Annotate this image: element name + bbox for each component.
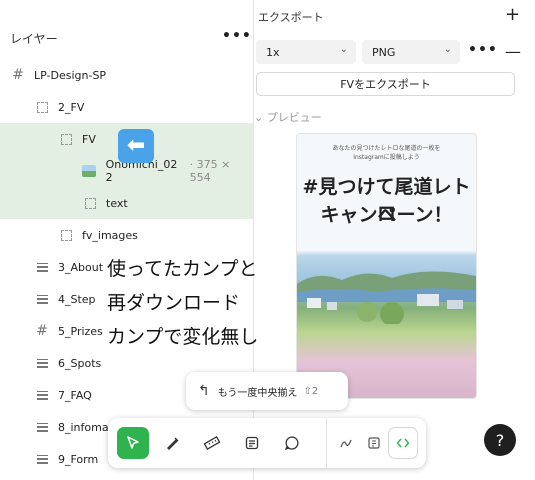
layer-row-2-fv[interactable]: 2_FV (0, 91, 253, 123)
preview-subtitle-line-1: あなたの見つけたレトロな尾道の一枚を (332, 145, 441, 152)
comment-tool-button[interactable] (276, 427, 308, 459)
chevron-down-icon: ⌄ (339, 44, 348, 55)
scale-value: 1x (266, 45, 280, 59)
layer-row-text[interactable]: text (0, 187, 253, 219)
format-value: PNG (372, 45, 396, 59)
annotation-line-1: 使ってたカンプと (107, 258, 258, 280)
ruler-tool-button[interactable] (196, 427, 228, 459)
export-preview-image: あなたの見つけたレトロな尾道の一枚を Instagramに投稿しよう #見つけて… (297, 134, 476, 398)
move-tool-button[interactable] (117, 427, 149, 459)
preview-city-scenery (307, 294, 463, 324)
left-arrow-emoji-icon: ⬅ (118, 129, 154, 163)
preview-headline-2: キャンペーン！ (320, 204, 453, 226)
preview-subtitle-line-2: Instagramに投稿しよう (353, 154, 420, 161)
dev-mode-toggle[interactable] (388, 427, 418, 459)
ruler-icon (203, 436, 221, 450)
repeat-center-align-button[interactable]: ↰ もう一度中央揃え ⇧2 (186, 372, 348, 410)
dev-resources-icon (368, 437, 380, 449)
frame-icon (84, 197, 96, 209)
add-export-button[interactable]: + (505, 4, 520, 25)
auto-layout-icon (36, 389, 48, 401)
layer-row-fv-images[interactable]: fv_images (0, 219, 253, 251)
frame-hash-icon: # (36, 323, 48, 339)
annotation-line-3: カンプで変化無し (107, 326, 259, 348)
comment-bubble-icon (284, 436, 299, 451)
export-title: エクスポート (258, 11, 324, 24)
annotate-tool-button[interactable] (236, 427, 268, 459)
chevron-down-icon: ⌄ (443, 44, 452, 55)
scale-select[interactable]: 1x ⌄ (256, 40, 356, 64)
annotation-icon (245, 436, 259, 450)
auto-layout-icon (36, 357, 48, 369)
layer-label: 3_About (58, 260, 104, 274)
eyedropper-icon (167, 437, 179, 450)
toolbar-separator (326, 418, 327, 468)
auto-layout-icon (36, 293, 48, 305)
preview-toggle[interactable]: ⌄ プレビュー (254, 109, 322, 125)
cursor-icon (127, 436, 139, 449)
left-arrow-glyph: ⬅ (126, 133, 146, 158)
frame-icon (60, 133, 72, 145)
auto-layout-icon (36, 421, 48, 433)
component-tool-button[interactable] (358, 427, 390, 459)
image-icon (82, 165, 96, 177)
bottom-toolbar (108, 418, 426, 468)
shortcut-hint: ⇧2 (303, 385, 319, 397)
export-fv-button[interactable]: FVをエクスポート (256, 72, 515, 96)
help-button[interactable]: ? (484, 424, 516, 456)
layers-header: レイヤー ••• (0, 20, 253, 58)
layer-label: 5_Prizes (58, 324, 103, 338)
frame-hash-icon: # (12, 67, 24, 83)
layer-label: 6_Spots (58, 356, 102, 370)
auto-layout-icon (36, 261, 48, 273)
layer-label: 2_FV (58, 100, 85, 114)
layer-row-lp-design-sp[interactable]: # LP-Design-SP (0, 59, 253, 91)
layer-label: LP-Design-SP (34, 68, 107, 82)
preview-subtitle: あなたの見つけたレトロな尾道の一枚を Instagramに投稿しよう (297, 144, 476, 162)
repeat-action-label: もう一度中央揃え (217, 387, 298, 399)
auto-layout-icon (36, 453, 48, 465)
layer-dimensions: · 375 × 554 (189, 158, 231, 184)
layers-title: レイヤー (10, 32, 58, 46)
layer-label: 7_FAQ (58, 388, 92, 402)
scribble-icon (340, 439, 352, 448)
frame-icon (36, 101, 48, 113)
undo-arrow-icon: ↰ (198, 383, 210, 399)
layers-more-button[interactable]: ••• (222, 28, 252, 44)
layer-label: fv_images (82, 228, 138, 242)
format-select[interactable]: PNG ⌄ (362, 40, 460, 64)
layer-label: 4_Step (58, 292, 96, 306)
code-icon (396, 438, 410, 448)
eyedropper-tool-button[interactable] (157, 427, 189, 459)
layer-label: text (106, 196, 128, 210)
layer-label: FV (82, 132, 96, 146)
annotation-line-2: 再ダウンロード (107, 292, 241, 314)
layer-label: 9_Form (58, 452, 99, 466)
frame-icon (60, 229, 72, 241)
remove-export-button[interactable]: — (505, 42, 521, 61)
export-settings-more-button[interactable]: ••• (468, 42, 498, 58)
